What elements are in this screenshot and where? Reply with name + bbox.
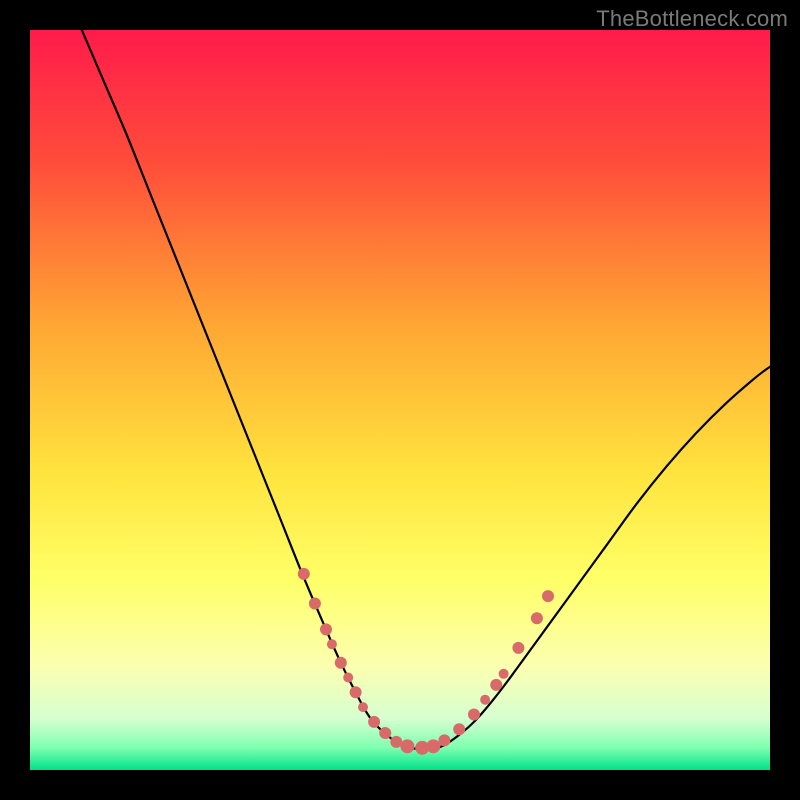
data-marker <box>320 623 332 635</box>
data-marker <box>368 716 380 728</box>
data-marker <box>468 709 480 721</box>
data-marker <box>358 702 368 712</box>
data-marker <box>438 734 450 746</box>
data-marker <box>343 673 353 683</box>
data-marker <box>426 739 440 753</box>
data-marker <box>512 642 524 654</box>
data-marker <box>335 657 347 669</box>
data-marker <box>379 727 391 739</box>
data-marker <box>480 695 490 705</box>
data-marker <box>400 739 414 753</box>
data-marker <box>298 568 310 580</box>
data-marker <box>531 612 543 624</box>
data-marker <box>309 598 321 610</box>
watermark-text: TheBottleneck.com <box>596 6 788 32</box>
data-marker <box>490 679 502 691</box>
data-marker <box>499 669 509 679</box>
data-marker <box>542 590 554 602</box>
data-marker <box>453 723 465 735</box>
bottleneck-chart <box>30 30 770 770</box>
gradient-background <box>30 30 770 770</box>
chart-frame: TheBottleneck.com <box>0 0 800 800</box>
data-marker <box>327 639 337 649</box>
data-marker <box>350 686 362 698</box>
plot-area <box>30 30 770 770</box>
